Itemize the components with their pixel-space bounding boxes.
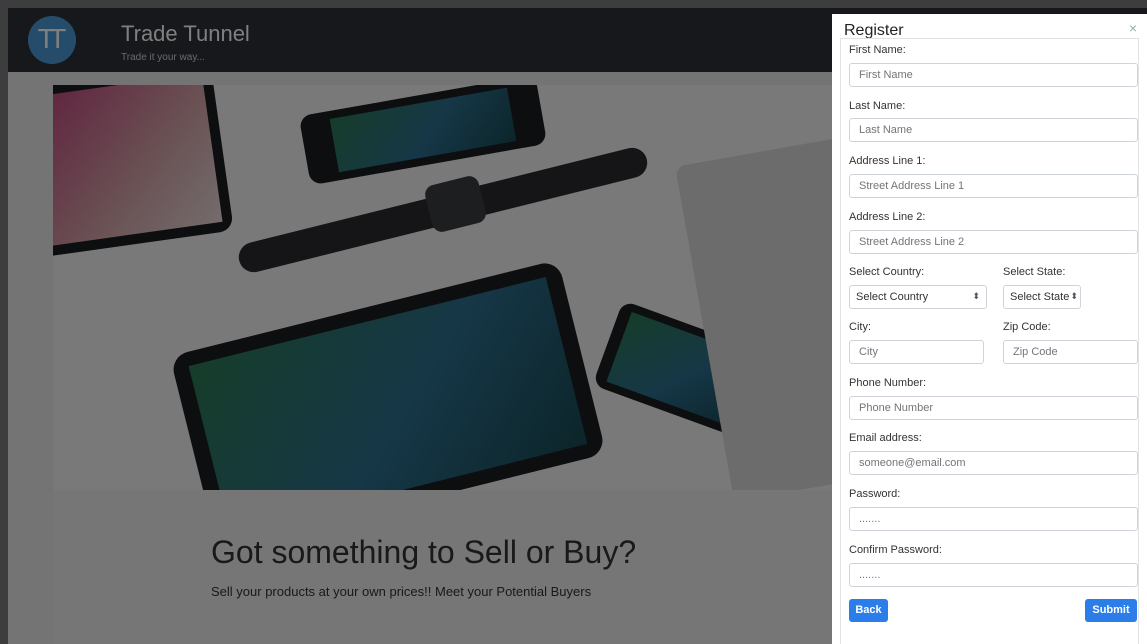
submit-button[interactable]: Submit <box>1085 599 1137 622</box>
close-icon[interactable]: × <box>1129 20 1137 36</box>
first-name-input[interactable] <box>849 63 1138 87</box>
country-select[interactable]: Select Country ⬍ <box>849 285 987 309</box>
register-modal: Register × First Name: Last Name: Addres… <box>832 14 1147 644</box>
back-button[interactable]: Back <box>849 599 888 622</box>
country-label: Select Country: <box>849 266 925 278</box>
email-label: Email address: <box>849 432 922 444</box>
state-select[interactable]: Select State ⬍ <box>1003 285 1081 309</box>
first-name-label: First Name: <box>849 44 906 56</box>
address1-label: Address Line 1: <box>849 155 926 167</box>
confirm-password-label: Confirm Password: <box>849 544 942 556</box>
zip-label: Zip Code: <box>1003 321 1051 333</box>
phone-label: Phone Number: <box>849 377 927 389</box>
confirm-password-input[interactable] <box>849 563 1138 587</box>
city-label: City: <box>849 321 871 333</box>
state-label: Select State: <box>1003 266 1066 278</box>
state-select-value: Select State <box>1010 291 1070 303</box>
updown-caret-icon: ⬍ <box>1070 291 1078 301</box>
phone-input[interactable] <box>849 396 1138 420</box>
address2-label: Address Line 2: <box>849 211 926 223</box>
last-name-label: Last Name: <box>849 100 906 112</box>
address1-input[interactable] <box>849 174 1138 198</box>
city-input[interactable] <box>849 340 984 364</box>
address2-input[interactable] <box>849 230 1138 254</box>
country-select-value: Select Country <box>856 291 929 303</box>
updown-caret-icon: ⬍ <box>972 291 980 301</box>
zip-input[interactable] <box>1003 340 1138 364</box>
password-label: Password: <box>849 488 901 500</box>
email-input[interactable] <box>849 451 1138 475</box>
last-name-input[interactable] <box>849 118 1138 142</box>
password-input[interactable] <box>849 507 1138 531</box>
